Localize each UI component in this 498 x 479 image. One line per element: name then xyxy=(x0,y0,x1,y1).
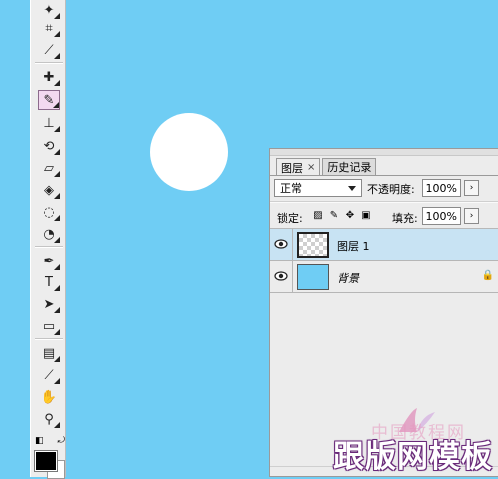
eraser-tool[interactable]: ▱ xyxy=(38,158,60,178)
brush-icon: ✎ xyxy=(43,92,55,108)
opacity-slider-button[interactable]: › xyxy=(464,180,479,196)
hand-tool[interactable]: ✋ xyxy=(38,387,60,407)
tools-panel: ✦ ⌗ ⟋ ✚ ✎ ⊥ ⟲ ▱ ◈ ◌ ◔ ✒ T ➤ ▭ ▤ ⟋ ✋ ⚲ ◧ ⤾ xyxy=(30,0,66,479)
healing-brush-icon: ✚ xyxy=(43,69,55,85)
dodge-icon: ◔ xyxy=(43,226,55,242)
divider xyxy=(292,261,293,292)
fill-label: 填充: xyxy=(392,212,418,225)
layer-thumbnail xyxy=(297,232,329,258)
tab-label: 历史记录 xyxy=(327,161,372,174)
history-brush-tool[interactable]: ⟲ xyxy=(38,136,60,156)
close-icon[interactable]: × xyxy=(307,162,315,173)
slice-icon: ⟋ xyxy=(44,42,54,58)
blend-mode-select[interactable]: 正常 xyxy=(274,179,362,197)
eyedropper-icon: ⟋ xyxy=(44,367,54,383)
white-circle-shape xyxy=(150,113,228,191)
path-selection-icon: ➤ xyxy=(43,296,55,312)
watermark-title: 跟版网模板 xyxy=(333,439,493,475)
divider xyxy=(270,201,498,203)
zoom-icon: ⚲ xyxy=(44,411,54,427)
type-icon: T xyxy=(45,274,53,290)
clone-stamp-icon: ⊥ xyxy=(43,115,55,131)
crop-icon: ⌗ xyxy=(45,20,53,36)
blur-tool[interactable]: ◌ xyxy=(38,202,60,222)
rectangle-tool[interactable]: ▭ xyxy=(38,316,60,336)
color-controls: ◧ ⤾ xyxy=(35,436,65,448)
paint-bucket-tool[interactable]: ◈ xyxy=(38,180,60,200)
dodge-tool[interactable]: ◔ xyxy=(38,224,60,244)
divider xyxy=(270,175,498,176)
lock-transparency-icon[interactable]: ▨ xyxy=(312,209,324,221)
clone-stamp-tool[interactable]: ⊥ xyxy=(38,113,60,133)
crop-tool[interactable]: ⌗ xyxy=(38,18,60,38)
default-colors-icon[interactable]: ◧ xyxy=(35,436,44,448)
layer-thumbnail xyxy=(297,264,329,290)
eyedropper-tool[interactable]: ⟋ xyxy=(38,365,60,385)
eraser-icon: ▱ xyxy=(44,160,54,176)
lock-position-icon[interactable]: ✥ xyxy=(344,209,356,221)
toolbar-divider xyxy=(35,246,63,248)
chevron-down-icon xyxy=(348,186,356,191)
blend-mode-value: 正常 xyxy=(280,182,302,195)
panel-tabs: 图层 × 历史记录 xyxy=(276,158,378,176)
fill-value: 100% xyxy=(425,209,457,223)
fill-slider-button[interactable]: › xyxy=(464,208,479,224)
paint-bucket-icon: ◈ xyxy=(44,182,54,198)
lock-all-icon[interactable]: ▣ xyxy=(360,209,372,221)
divider xyxy=(292,229,293,260)
tab-label: 图层 xyxy=(281,161,303,175)
opacity-value: 100% xyxy=(425,181,457,195)
pen-tool[interactable]: ✒ xyxy=(38,251,60,271)
opacity-label: 不透明度: xyxy=(367,183,415,196)
healing-brush-tool[interactable]: ✚ xyxy=(38,67,60,87)
foreground-color-swatch[interactable] xyxy=(34,450,58,472)
blur-icon: ◌ xyxy=(43,204,55,220)
opacity-input[interactable]: 100% xyxy=(422,179,461,197)
zoom-tool[interactable]: ⚲ xyxy=(38,409,60,429)
path-selection-tool[interactable]: ➤ xyxy=(38,294,60,314)
eye-icon[interactable] xyxy=(273,237,289,251)
lock-pixels-icon[interactable]: ✎ xyxy=(328,209,340,221)
type-tool[interactable]: T xyxy=(38,272,60,292)
hand-icon: ✋ xyxy=(40,389,58,405)
tab-history[interactable]: 历史记录 xyxy=(322,158,377,175)
notes-icon: ▤ xyxy=(42,345,56,361)
layer-name[interactable]: 图层 1 xyxy=(337,238,370,254)
magic-wand-tool[interactable]: ✦ xyxy=(38,0,60,20)
layer-row-background[interactable]: 背景 🔒 xyxy=(270,261,498,293)
layer-name[interactable]: 背景 xyxy=(337,270,359,286)
rectangle-icon: ▭ xyxy=(42,318,56,334)
toolbar-divider xyxy=(35,62,63,64)
panel-title-bar[interactable] xyxy=(270,149,498,156)
toolbar-divider xyxy=(35,338,63,340)
lock-icon: 🔒 xyxy=(481,270,494,281)
lock-label: 锁定: xyxy=(277,212,303,225)
swap-colors-icon[interactable]: ⤾ xyxy=(58,436,66,448)
pen-icon: ✒ xyxy=(43,253,55,269)
brush-tool[interactable]: ✎ xyxy=(38,90,60,110)
fill-input[interactable]: 100% xyxy=(422,207,461,225)
eye-icon[interactable] xyxy=(273,269,289,283)
tab-layers[interactable]: 图层 × xyxy=(276,158,321,176)
history-brush-icon: ⟲ xyxy=(43,138,55,154)
chevron-right-icon: › xyxy=(469,183,474,193)
magic-wand-icon: ✦ xyxy=(43,2,55,18)
slice-tool[interactable]: ⟋ xyxy=(38,40,60,60)
chevron-right-icon: › xyxy=(469,211,474,221)
notes-tool[interactable]: ▤ xyxy=(38,343,60,363)
layer-row-layer-1[interactable]: 图层 1 xyxy=(270,229,498,261)
